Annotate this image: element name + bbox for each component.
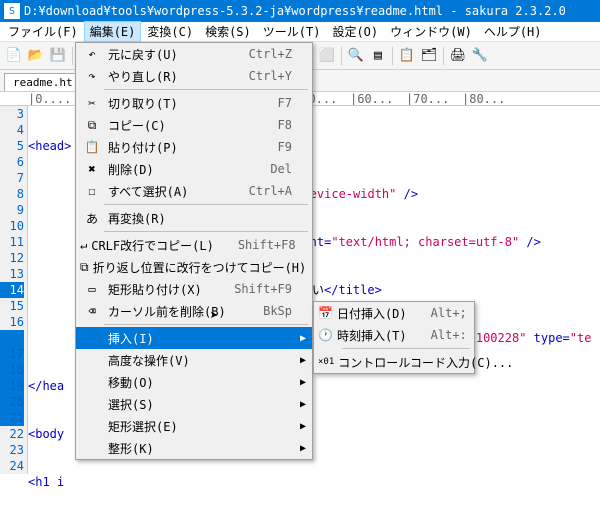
window-title: D:¥download¥tools¥wordpress-5.3.2-ja¥wor… xyxy=(24,4,566,18)
line-number: 12 xyxy=(0,250,24,266)
menu-file[interactable]: ファイル(F) xyxy=(2,21,84,42)
menu-insert-time[interactable]: 🕐時刻挿入(T)Alt+: xyxy=(314,324,474,346)
line-number: 20 xyxy=(0,394,24,410)
menu-advanced[interactable]: 高度な操作(V)▶ xyxy=(76,349,312,371)
line-number: 23 xyxy=(0,442,24,458)
menu-reconvert[interactable]: あ再変換(R) xyxy=(76,207,312,229)
menu-bar: ファイル(F) 編集(E) 変換(C) 検索(S) ツール(T) 設定(O) ウ… xyxy=(0,22,600,42)
line-number: 9 xyxy=(0,202,24,218)
submenu-arrow-icon: ▶ xyxy=(300,443,306,454)
line-number: 15 xyxy=(0,298,24,314)
toolbar-separator xyxy=(443,47,444,65)
line-number: 6 xyxy=(0,154,24,170)
wrap-copy-icon: ⧉ xyxy=(80,260,89,275)
tb-tool5-icon[interactable]: 📋 xyxy=(397,46,417,66)
menu-select-all[interactable]: ☐すべて選択(A)Ctrl+A xyxy=(76,180,312,202)
paste-icon: 📋 xyxy=(80,140,104,154)
tab-readme[interactable]: readme.ht xyxy=(4,73,82,91)
line-number: 13 xyxy=(0,266,24,282)
line-number: 22 xyxy=(0,426,24,442)
menu-convert[interactable]: 変換(C) xyxy=(141,21,199,42)
menu-separator xyxy=(104,204,308,205)
line-number: 10 xyxy=(0,218,24,234)
reconvert-icon: あ xyxy=(80,210,104,227)
line-number: 11 xyxy=(0,234,24,250)
menu-search[interactable]: 検索(S) xyxy=(199,21,257,42)
crlf-icon: ↵ xyxy=(80,238,87,252)
tb-save-icon[interactable]: 💾 xyxy=(48,46,68,66)
toolbar-separator xyxy=(392,47,393,65)
menu-crlf-copy[interactable]: ↵CRLF改行でコピー(L)Shift+F8 xyxy=(76,234,312,256)
line-number: 17 xyxy=(0,346,24,362)
menu-insert-date[interactable]: 📅日付挿入(D)Alt+; xyxy=(314,302,474,324)
submenu-arrow-icon: ▶ xyxy=(300,333,306,344)
menu-paste[interactable]: 📋貼り付け(P)F9 xyxy=(76,136,312,158)
delete-icon: ✖ xyxy=(80,162,104,176)
line-number: 4 xyxy=(0,122,24,138)
selectall-icon: ☐ xyxy=(80,184,104,198)
rect-paste-icon: ▭ xyxy=(80,282,104,296)
tb-tool8-icon[interactable]: 🔧 xyxy=(470,46,490,66)
tb-tool6-icon[interactable]: 🗂 xyxy=(419,46,439,66)
line-number: 16 xyxy=(0,314,24,330)
toolbar-separator xyxy=(341,47,342,65)
menu-redo[interactable]: ↷やり直し(R)Ctrl+Y xyxy=(76,65,312,87)
submenu-arrow-icon: ▶ xyxy=(300,399,306,410)
submenu-arrow-icon: ▶ xyxy=(300,421,306,432)
menu-settings[interactable]: 設定(O) xyxy=(326,21,384,42)
line-number: 19 xyxy=(0,378,24,394)
line-number: 24 xyxy=(0,458,24,474)
menu-insert[interactable]: 挿入(I)▶ xyxy=(76,327,312,349)
line-number: 3 xyxy=(0,106,24,122)
tb-tool7-icon[interactable]: 🖨 xyxy=(448,46,468,66)
redo-icon: ↷ xyxy=(80,69,104,83)
menu-select[interactable]: 選択(S)▶ xyxy=(76,393,312,415)
app-icon: S xyxy=(4,3,20,19)
menu-separator xyxy=(104,89,308,90)
toolbar-separator xyxy=(72,47,73,65)
tb-tool3-icon[interactable]: 🔍 xyxy=(346,46,366,66)
cut-icon: ✂ xyxy=(80,96,104,110)
line-number: 14 xyxy=(0,282,24,298)
line-gutter: 3 4 5 6 7 8 9 10 11 12 13 14 15 16 17 18… xyxy=(0,106,28,474)
menu-separator xyxy=(342,348,470,349)
menu-move[interactable]: 移動(O)▶ xyxy=(76,371,312,393)
tb-tool2-icon[interactable]: ⬜ xyxy=(317,46,337,66)
submenu-arrow-icon: ▶ xyxy=(300,377,306,388)
line-number: 5 xyxy=(0,138,24,154)
menu-cut[interactable]: ✂切り取り(T)F7 xyxy=(76,92,312,114)
tb-new-icon[interactable]: 📄 xyxy=(4,46,24,66)
date-icon: 📅 xyxy=(318,306,333,320)
menu-rect-select[interactable]: 矩形選択(E)▶ xyxy=(76,415,312,437)
title-bar: S D:¥download¥tools¥wordpress-5.3.2-ja¥w… xyxy=(0,0,600,22)
menu-undo[interactable]: ↶元に戻す(U)Ctrl+Z xyxy=(76,43,312,65)
tb-tool4-icon[interactable]: ▤ xyxy=(368,46,388,66)
menu-delete[interactable]: ✖削除(D)Del xyxy=(76,158,312,180)
menu-insert-control-code[interactable]: ×01コントロールコード入力(C)... xyxy=(314,351,474,373)
menu-separator xyxy=(104,324,308,325)
menu-copy[interactable]: ⧉コピー(C)F8 xyxy=(76,114,312,136)
undo-icon: ↶ xyxy=(80,47,104,61)
menu-del-before-cursor[interactable]: ⌫カーソル前を削除(B)BkSp xyxy=(76,300,312,322)
line-number: 8 xyxy=(0,186,24,202)
menu-separator xyxy=(104,231,308,232)
submenu-arrow-icon: ▶ xyxy=(300,355,306,366)
line-number: 7 xyxy=(0,170,24,186)
menu-edit[interactable]: 編集(E) xyxy=(84,21,142,42)
line-number: 21 xyxy=(0,410,24,426)
copy-icon: ⧉ xyxy=(80,118,104,133)
control-code-icon: ×01 xyxy=(318,357,334,367)
menu-tools[interactable]: ツール(T) xyxy=(257,21,327,42)
edit-menu-dropdown: ↶元に戻す(U)Ctrl+Z ↷やり直し(R)Ctrl+Y ✂切り取り(T)F7… xyxy=(75,42,313,460)
menu-help[interactable]: ヘルプ(H) xyxy=(478,21,548,42)
time-icon: 🕐 xyxy=(318,328,333,342)
menu-window[interactable]: ウィンドウ(W) xyxy=(384,21,478,42)
menu-wrap-copy[interactable]: ⧉折り返し位置に改行をつけてコピー(H) xyxy=(76,256,312,278)
insert-submenu: 📅日付挿入(D)Alt+; 🕐時刻挿入(T)Alt+: ×01コントロールコード… xyxy=(313,301,475,374)
backspace-icon: ⌫ xyxy=(80,304,104,318)
tb-open-icon[interactable]: 📂 xyxy=(26,46,46,66)
menu-format[interactable]: 整形(K)▶ xyxy=(76,437,312,459)
line-number: 18 xyxy=(0,362,24,378)
menu-rect-paste[interactable]: ▭矩形貼り付け(X)Shift+F9 xyxy=(76,278,312,300)
